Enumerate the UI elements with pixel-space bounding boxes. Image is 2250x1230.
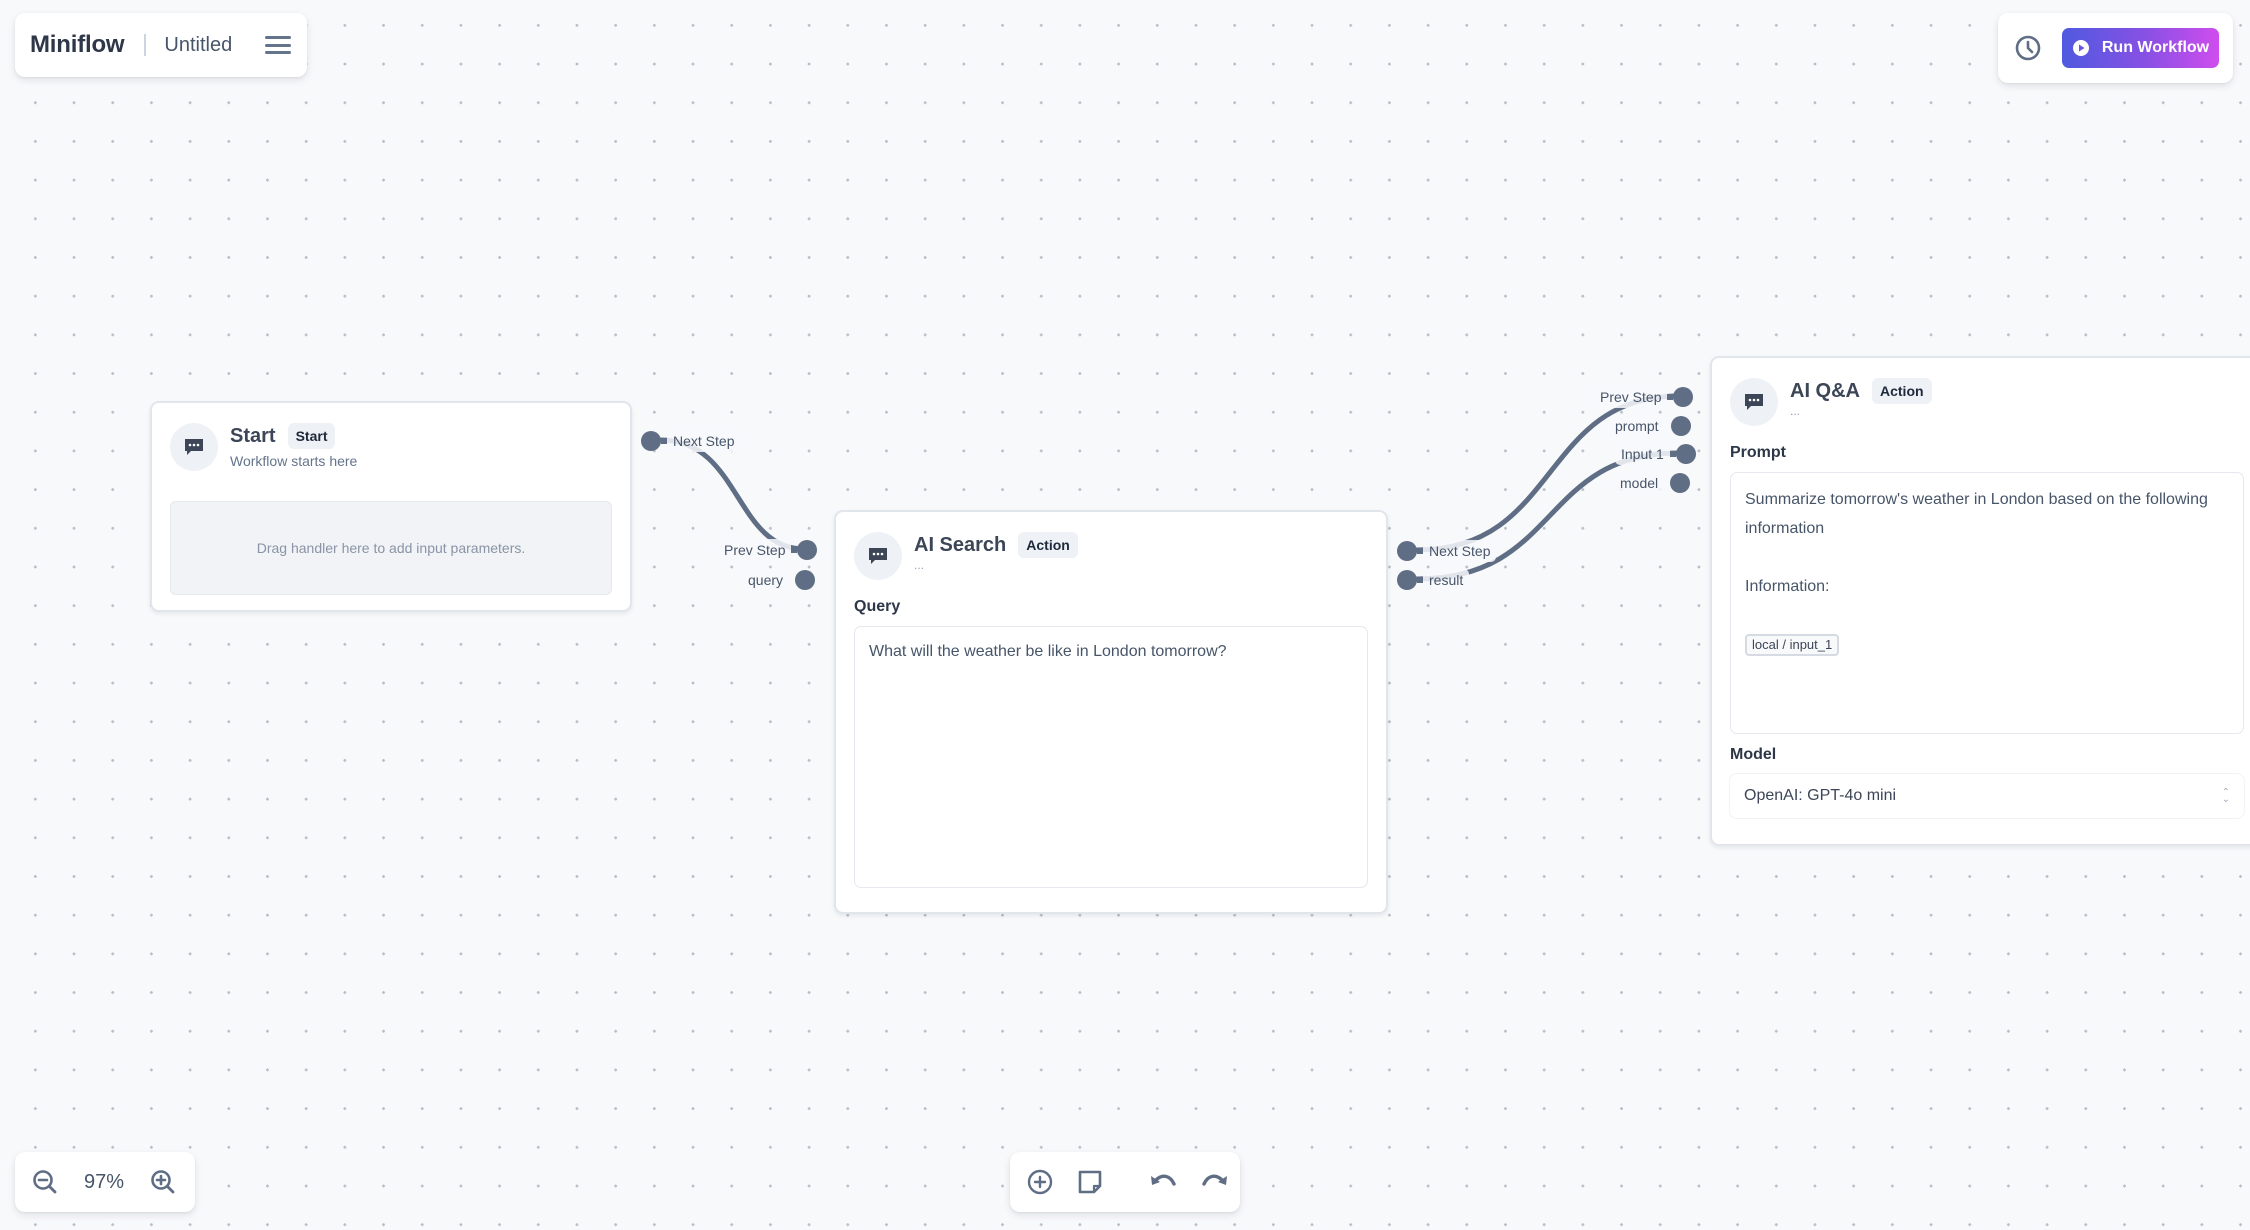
variable-chip[interactable]: local / input_1 bbox=[1745, 634, 1840, 656]
handle-label: Next Step bbox=[1423, 540, 1497, 562]
sticky-note-icon bbox=[1078, 1170, 1102, 1194]
redo-icon bbox=[1202, 1174, 1227, 1186]
query-textarea[interactable]: What will the weather be like in London … bbox=[854, 626, 1368, 888]
chevron-up-down-icon: ⌃ ⌄ bbox=[2221, 787, 2230, 805]
handle-dot[interactable] bbox=[1670, 416, 1691, 436]
handle-label: model bbox=[1614, 472, 1665, 494]
undo-icon bbox=[1151, 1174, 1176, 1186]
handle-qa-prompt[interactable]: prompt bbox=[1609, 415, 1691, 437]
model-select[interactable]: OpenAI: GPT-4o mini ⌃ ⌄ bbox=[1730, 774, 2244, 818]
node-title: AI Search bbox=[914, 533, 1007, 556]
node-subtitle: Workflow starts here bbox=[230, 453, 358, 469]
handle-dot[interactable] bbox=[795, 570, 816, 590]
node-title: AI Q&A bbox=[1790, 379, 1860, 402]
hamburger-menu-icon[interactable] bbox=[265, 34, 291, 56]
play-circle-icon bbox=[2072, 40, 2089, 56]
handle-label: Input 1 bbox=[1615, 443, 1670, 465]
node-ai-qa[interactable]: AI Q&A Action ... Prompt Summarize tomor… bbox=[1710, 356, 2250, 846]
run-toolbar: Run Workflow bbox=[1998, 13, 2233, 83]
node-start[interactable]: Start Start Workflow starts here Drag ha… bbox=[150, 401, 632, 612]
prompt-label: Prompt bbox=[1730, 444, 1786, 461]
handle-dot[interactable] bbox=[1675, 444, 1696, 464]
handle-start-next-step[interactable]: Next Step bbox=[641, 430, 741, 452]
zoom-in-icon bbox=[151, 1170, 175, 1194]
handle-search-next-step[interactable]: Next Step bbox=[1397, 540, 1497, 562]
handle-dot[interactable] bbox=[1397, 570, 1417, 590]
canvas-toolbar bbox=[1010, 1152, 1240, 1212]
node-title: Start bbox=[230, 424, 276, 447]
query-label: Query bbox=[854, 598, 901, 615]
handle-search-result[interactable]: result bbox=[1397, 569, 1470, 591]
chat-bubble-icon bbox=[1730, 378, 1778, 426]
handle-label: query bbox=[742, 569, 790, 591]
handle-qa-model[interactable]: model bbox=[1614, 472, 1691, 494]
handle-dot[interactable] bbox=[641, 431, 661, 451]
node-subtitle: ... bbox=[1790, 404, 1801, 418]
add-node-icon bbox=[1027, 1169, 1053, 1195]
add-node-button[interactable] bbox=[1026, 1168, 1054, 1196]
node-type-badge: Start bbox=[287, 423, 336, 449]
prompt-line: Summarize tomorrow's weather in London b… bbox=[1745, 491, 2208, 537]
node-subtitle: ... bbox=[914, 558, 925, 572]
zoom-out-button[interactable] bbox=[31, 1168, 59, 1196]
chat-bubble-icon bbox=[170, 423, 218, 471]
input-parameters-dropzone[interactable]: Drag handler here to add input parameter… bbox=[170, 501, 612, 595]
prompt-line: Information: bbox=[1745, 578, 1830, 595]
edge-start-to-search[interactable] bbox=[658, 437, 807, 552]
node-ai-search[interactable]: AI Search Action ... Query What will the… bbox=[834, 510, 1388, 914]
handle-dot[interactable] bbox=[1397, 541, 1417, 561]
handle-label: prompt bbox=[1609, 415, 1665, 437]
run-workflow-button[interactable]: Run Workflow bbox=[2062, 28, 2219, 68]
app-header: Miniflow Untitled bbox=[15, 13, 307, 77]
handle-label: Prev Step bbox=[1594, 386, 1668, 408]
zoom-out-icon bbox=[33, 1170, 57, 1194]
divider bbox=[144, 34, 147, 56]
handle-label: result bbox=[1423, 569, 1470, 591]
document-title[interactable]: Untitled bbox=[164, 34, 265, 57]
chat-bubble-icon bbox=[854, 532, 902, 580]
history-button[interactable] bbox=[2014, 34, 2042, 62]
handle-label: Prev Step bbox=[718, 539, 792, 561]
prompt-textarea[interactable]: Summarize tomorrow's weather in London b… bbox=[1730, 472, 2244, 734]
handle-label: Next Step bbox=[667, 430, 741, 452]
zoom-in-button[interactable] bbox=[149, 1168, 177, 1196]
handle-qa-prev-step[interactable]: Prev Step bbox=[1594, 386, 1694, 408]
undo-button[interactable] bbox=[1148, 1170, 1178, 1194]
handle-dot[interactable] bbox=[1673, 387, 1694, 407]
handle-qa-input-1[interactable]: Input 1 bbox=[1615, 443, 1696, 465]
add-note-button[interactable] bbox=[1076, 1168, 1104, 1196]
model-select-value: OpenAI: GPT-4o mini bbox=[1744, 787, 1897, 804]
handle-search-query[interactable]: query bbox=[742, 569, 816, 591]
handle-search-prev-step[interactable]: Prev Step bbox=[718, 539, 818, 561]
redo-button[interactable] bbox=[1200, 1170, 1230, 1194]
node-type-badge: Action bbox=[1872, 378, 1932, 404]
node-type-badge: Action bbox=[1018, 532, 1078, 558]
app-name: Miniflow bbox=[30, 31, 125, 58]
zoom-controls: 97% bbox=[15, 1152, 195, 1212]
handle-dot[interactable] bbox=[1670, 473, 1691, 493]
model-label: Model bbox=[1730, 746, 1777, 763]
run-workflow-label: Run Workflow bbox=[2101, 39, 2210, 56]
handle-dot[interactable] bbox=[797, 540, 818, 560]
clock-icon bbox=[2015, 35, 2041, 61]
zoom-level: 97% bbox=[83, 1170, 125, 1193]
